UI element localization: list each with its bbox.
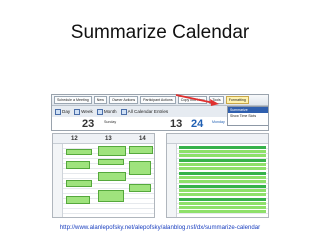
calendar-summary-screenshot bbox=[166, 133, 269, 218]
summary-row[interactable] bbox=[179, 206, 266, 209]
calendar-entry[interactable] bbox=[66, 196, 90, 204]
week-day-13: 13 bbox=[105, 136, 112, 142]
summary-row[interactable] bbox=[179, 163, 266, 166]
calendar-entry[interactable] bbox=[66, 161, 90, 169]
calendar-entry[interactable] bbox=[129, 161, 151, 175]
summary-row[interactable] bbox=[179, 167, 266, 170]
summary-row[interactable] bbox=[179, 185, 266, 188]
week-day-12: 12 bbox=[71, 136, 78, 142]
red-arrow bbox=[175, 94, 219, 106]
summary-row[interactable] bbox=[179, 180, 266, 183]
calendar-entry[interactable] bbox=[66, 149, 92, 155]
calendar-entry[interactable] bbox=[98, 172, 126, 181]
summary-date-column bbox=[167, 144, 177, 217]
source-link[interactable]: http://www.alanlepofsky.net/alepofsky/al… bbox=[0, 224, 320, 231]
time-column bbox=[53, 144, 63, 217]
calendar-entry[interactable] bbox=[98, 159, 124, 165]
summary-row[interactable] bbox=[179, 146, 266, 149]
summary-row[interactable] bbox=[179, 172, 266, 175]
summary-row[interactable] bbox=[179, 210, 266, 213]
calendar-entry[interactable] bbox=[98, 190, 124, 202]
calendar-entry[interactable] bbox=[98, 146, 126, 156]
week-day-14: 14 bbox=[139, 136, 146, 142]
summary-row[interactable] bbox=[179, 150, 266, 153]
calendar-summary-header bbox=[167, 134, 268, 144]
summary-row[interactable] bbox=[179, 189, 266, 192]
summary-row[interactable] bbox=[179, 198, 266, 201]
summary-row[interactable] bbox=[179, 193, 266, 196]
summary-row[interactable] bbox=[179, 176, 266, 179]
calendar-entry[interactable] bbox=[129, 146, 153, 154]
calendar-entry[interactable] bbox=[66, 180, 92, 187]
calendar-week-screenshot: 12 13 14 bbox=[52, 133, 155, 218]
calendar-week-header: 12 13 14 bbox=[53, 134, 154, 144]
summary-row[interactable] bbox=[179, 159, 266, 162]
calendar-entry[interactable] bbox=[129, 184, 151, 192]
summary-row[interactable] bbox=[179, 154, 266, 157]
summary-row[interactable] bbox=[179, 202, 266, 205]
